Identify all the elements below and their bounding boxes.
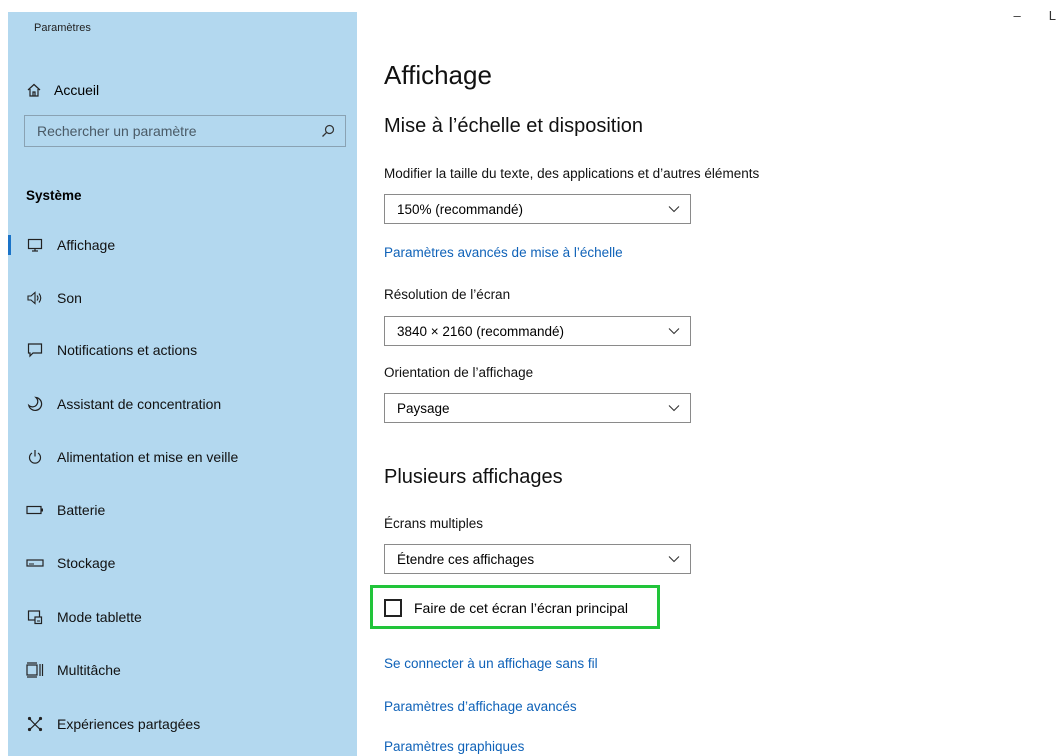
advanced-scaling-link[interactable]: Paramètres avancés de mise à l’échelle xyxy=(384,245,623,260)
moon-icon xyxy=(25,394,45,414)
tablet-mode-icon xyxy=(25,607,45,627)
notification-icon xyxy=(25,340,45,360)
resolution-dropdown[interactable]: 3840 × 2160 (recommandé) xyxy=(384,316,691,346)
search-icon[interactable] xyxy=(321,124,335,138)
sidebar-item-batterie[interactable]: Batterie xyxy=(8,492,357,528)
dropdown-value: 3840 × 2160 (recommandé) xyxy=(397,323,564,339)
shared-experiences-icon xyxy=(25,714,45,734)
sidebar-item-alimentation[interactable]: Alimentation et mise en veille xyxy=(8,439,357,475)
multi-displays-dropdown[interactable]: Étendre ces affichages xyxy=(384,544,691,574)
sidebar-item-tablette[interactable]: Mode tablette xyxy=(8,599,357,635)
home-label: Accueil xyxy=(54,82,100,98)
text-size-dropdown[interactable]: 150% (recommandé) xyxy=(384,194,691,224)
sidebar-item-multitache[interactable]: Multitâche xyxy=(8,652,357,688)
chevron-down-icon xyxy=(668,327,680,335)
sidebar-item-concentration[interactable]: Assistant de concentration xyxy=(8,386,357,422)
main-content: Affichage Mise à l’échelle et dispositio… xyxy=(370,0,1044,756)
sidebar-item-label: Mode tablette xyxy=(57,609,142,625)
sidebar-item-label: Affichage xyxy=(57,237,116,253)
graphics-settings-link[interactable]: Paramètres graphiques xyxy=(384,739,524,754)
section-title: Système xyxy=(26,188,82,203)
sidebar-item-stockage[interactable]: Stockage xyxy=(8,545,357,581)
sidebar-item-partagees[interactable]: Expériences partagées xyxy=(8,706,357,742)
storage-icon xyxy=(25,553,45,573)
resolution-label: Résolution de l’écran xyxy=(384,287,511,302)
main-display-checkbox-row[interactable]: Faire de cet écran l’écran principal xyxy=(384,597,628,619)
sidebar-item-label: Expériences partagées xyxy=(57,716,201,732)
dropdown-value: 150% (recommandé) xyxy=(397,201,524,217)
chevron-down-icon xyxy=(668,205,680,213)
power-icon xyxy=(25,447,45,467)
sidebar-item-notifications[interactable]: Notifications et actions xyxy=(8,332,357,368)
dropdown-value: Paysage xyxy=(397,400,450,416)
main-display-checkbox[interactable] xyxy=(384,599,402,617)
maximize-button[interactable]: L xyxy=(1049,8,1056,23)
sidebar-item-label: Batterie xyxy=(57,502,106,518)
sidebar-item-label: Stockage xyxy=(57,555,116,571)
sidebar: Paramètres Accueil Système Affichage Son xyxy=(8,12,357,756)
multi-displays-label: Écrans multiples xyxy=(384,516,484,531)
chevron-down-icon xyxy=(668,404,680,412)
chevron-down-icon xyxy=(668,555,680,563)
multi-section-heading: Plusieurs affichages xyxy=(384,466,563,488)
search-box[interactable] xyxy=(24,115,346,147)
orientation-dropdown[interactable]: Paysage xyxy=(384,393,691,423)
battery-icon xyxy=(25,500,45,520)
text-size-label: Modifier la taille du texte, des applica… xyxy=(384,166,760,181)
advanced-display-link[interactable]: Paramètres d’affichage avancés xyxy=(384,699,577,714)
speaker-icon xyxy=(25,288,45,308)
sidebar-item-label: Alimentation et mise en veille xyxy=(57,449,239,465)
sidebar-item-label: Assistant de concentration xyxy=(57,396,222,412)
sidebar-item-affichage[interactable]: Affichage xyxy=(8,227,357,263)
page-title: Affichage xyxy=(384,60,492,90)
search-input[interactable] xyxy=(35,122,321,140)
sidebar-item-label: Notifications et actions xyxy=(57,342,198,358)
checkbox-label: Faire de cet écran l’écran principal xyxy=(414,600,628,616)
home-link[interactable]: Accueil xyxy=(26,78,99,102)
dropdown-value: Étendre ces affichages xyxy=(397,551,535,567)
home-icon xyxy=(26,82,54,98)
wireless-display-link[interactable]: Se connecter à un affichage sans fil xyxy=(384,656,598,671)
sidebar-item-label: Multitâche xyxy=(57,662,121,678)
multitask-icon xyxy=(25,660,45,680)
monitor-icon xyxy=(25,235,45,255)
orientation-label: Orientation de l’affichage xyxy=(384,365,534,380)
scale-section-heading: Mise à l’échelle et disposition xyxy=(384,115,644,137)
sidebar-item-son[interactable]: Son xyxy=(8,280,357,316)
app-title: Paramètres xyxy=(34,22,91,34)
sidebar-item-label: Son xyxy=(57,290,82,306)
